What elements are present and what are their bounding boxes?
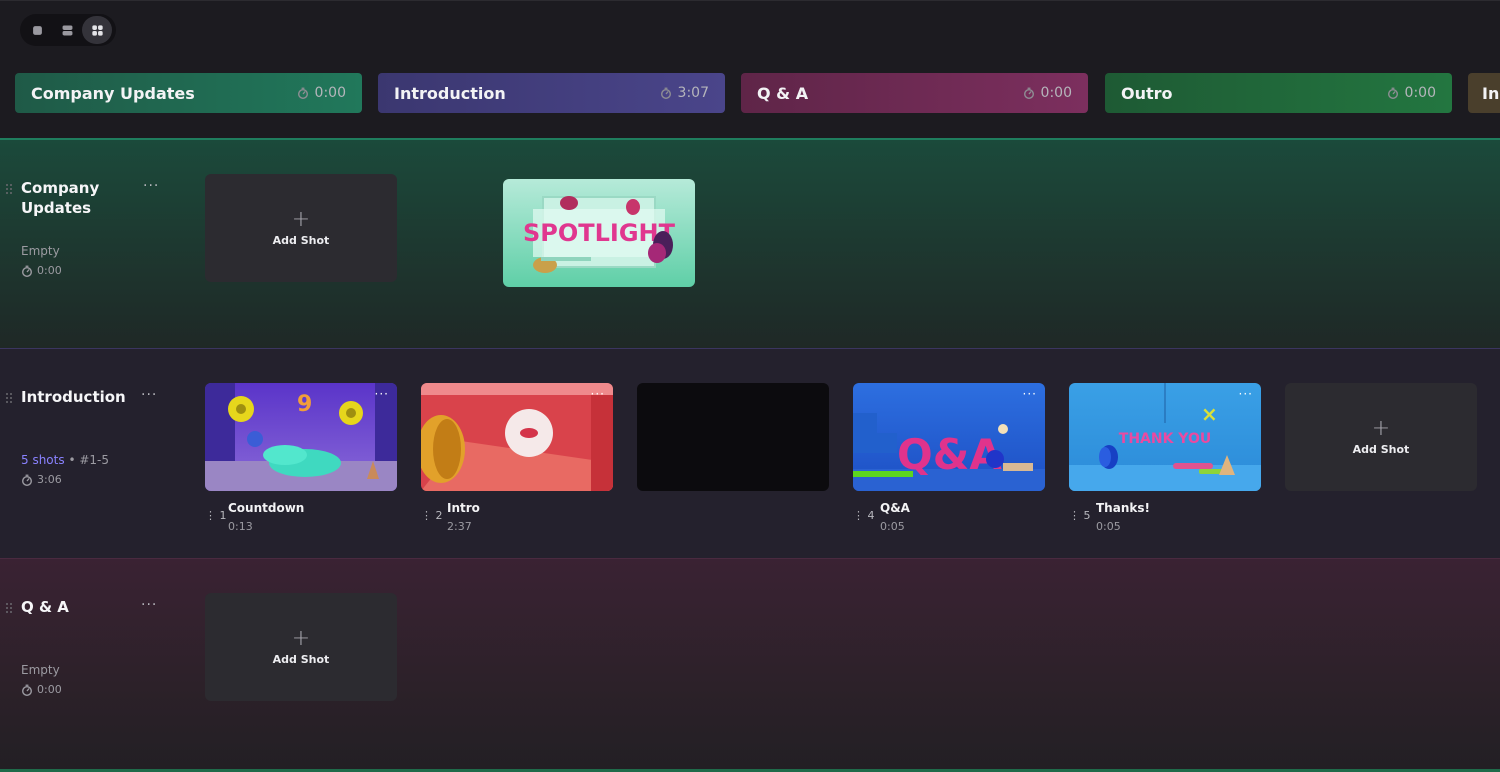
timer-icon [22, 474, 32, 486]
shot-duration: 2:37 [447, 520, 472, 533]
segment-title: Q & A [757, 83, 809, 103]
segment-company-updates[interactable]: Company Updates 0:00 [15, 73, 362, 113]
shot-number: ⋮ 5 [1069, 509, 1091, 522]
shot-title: Intro [447, 501, 480, 515]
section-duration: 0:00 [37, 264, 62, 277]
segment-title: Outro [1121, 83, 1173, 103]
timer-icon [1023, 87, 1034, 99]
timer-icon [22, 684, 32, 696]
plus-icon: + [291, 625, 311, 651]
grid-view-icon [91, 24, 103, 36]
intro-image [421, 383, 613, 491]
shot-more-button[interactable]: ··· [375, 387, 389, 401]
shot-thumbnail-intro[interactable]: ··· [421, 383, 613, 491]
segment-title: In [1482, 83, 1500, 103]
add-shot-label: Add Shot [272, 233, 330, 247]
add-shot-button[interactable]: + Add Shot [205, 174, 397, 282]
segment-introduction[interactable]: Introduction 3:07 [378, 73, 725, 113]
drag-handle-icon[interactable] [6, 184, 12, 194]
section-q-and-a: Q & A ··· Empty 0:00 + Add Shot [0, 558, 1500, 772]
grid-view-button[interactable] [82, 16, 112, 44]
segment-duration: 0:00 [1040, 85, 1072, 101]
plus-icon: + [291, 206, 311, 232]
drag-handle-icon[interactable] [6, 393, 12, 403]
single-view-button[interactable] [22, 16, 52, 44]
section-title: Introduction [21, 388, 126, 406]
section-title: Company Updates [21, 179, 100, 217]
section-company-updates: Company Updates ··· Empty 0:00 + Add Sho… [0, 138, 1500, 350]
section-status: Empty [21, 663, 60, 677]
top-bar: Company Updates 0:00 Introduction 3:07 Q… [0, 0, 1500, 139]
timer-icon [297, 87, 308, 99]
shot-more-button[interactable]: ··· [591, 387, 605, 401]
segment-outro[interactable]: Outro 0:00 [1105, 73, 1452, 113]
add-shot-label: Add Shot [1352, 442, 1410, 456]
add-shot-button[interactable]: + Add Shot [205, 593, 397, 701]
segment-duration: 0:00 [1404, 85, 1436, 101]
shots-range: #1-5 [79, 453, 109, 467]
shot-thumbnail-qa[interactable]: Q&A ··· [853, 383, 1045, 491]
shot-number: ⋮ 4 [853, 509, 875, 522]
shots-count-link[interactable]: 5 shots [21, 453, 65, 467]
shot-duration: 0:05 [1096, 520, 1121, 533]
spotlight-text: SPOTLIGHT [523, 219, 676, 247]
shot-number: ⋮ 1 [205, 509, 227, 522]
shots-separator: • [68, 453, 76, 467]
qa-image: Q&A [853, 383, 1045, 491]
shot-duration: 0:05 [880, 520, 905, 533]
section-duration: 0:00 [37, 683, 62, 696]
section-title: Q & A [21, 598, 69, 616]
drag-handle-icon[interactable] [6, 603, 12, 613]
svg-text:9: 9 [297, 392, 312, 417]
qa-text: Q&A [897, 430, 1002, 479]
section-more-button[interactable]: ··· [141, 597, 157, 613]
shot-thumbnail-loading[interactable] [637, 383, 829, 491]
shot-title: Q&A [880, 501, 910, 515]
spotlight-thumbnail[interactable]: SPOTLIGHT [503, 179, 695, 287]
double-view-icon [62, 25, 72, 35]
shot-more-button[interactable]: ··· [1023, 387, 1037, 401]
segment-title: Introduction [394, 83, 506, 103]
segment-duration: 0:00 [314, 85, 346, 101]
single-view-icon [32, 25, 42, 35]
timer-icon [660, 87, 671, 99]
thanks-text: THANK YOU [1119, 431, 1211, 447]
shot-title: Countdown [228, 501, 305, 515]
segment-partial[interactable]: In [1468, 73, 1500, 113]
segment-duration: 3:07 [677, 85, 709, 101]
section-more-button[interactable]: ··· [141, 387, 157, 403]
double-view-button[interactable] [52, 16, 82, 44]
add-shot-button[interactable]: + Add Shot [1285, 383, 1477, 491]
thanks-image: THANK YOU × [1069, 383, 1261, 491]
view-toggle [20, 14, 116, 46]
shot-more-button[interactable]: ··· [1239, 387, 1253, 401]
timer-icon [1387, 87, 1398, 99]
shot-duration: 0:13 [228, 520, 253, 533]
shot-number: ⋮ 2 [421, 509, 443, 522]
segment-strip: Company Updates 0:00 Introduction 3:07 Q… [15, 73, 1500, 113]
section-introduction: Introduction ··· 5 shots • #1-5 3:06 9 ·… [0, 348, 1500, 559]
countdown-image: 9 [205, 383, 397, 491]
section-status: Empty [21, 244, 60, 258]
svg-text:×: × [1201, 402, 1218, 426]
plus-icon: + [1371, 415, 1391, 441]
segment-q-and-a[interactable]: Q & A 0:00 [741, 73, 1088, 113]
segment-title: Company Updates [31, 83, 195, 103]
shot-thumbnail-thanks[interactable]: THANK YOU × ··· [1069, 383, 1261, 491]
shot-title: Thanks! [1096, 501, 1150, 515]
spotlight-image: SPOTLIGHT [503, 179, 695, 287]
timer-icon [22, 265, 32, 277]
add-shot-label: Add Shot [272, 652, 330, 666]
section-more-button[interactable]: ··· [143, 178, 159, 194]
shot-thumbnail-countdown[interactable]: 9 ··· [205, 383, 397, 491]
section-duration: 3:06 [37, 473, 62, 486]
